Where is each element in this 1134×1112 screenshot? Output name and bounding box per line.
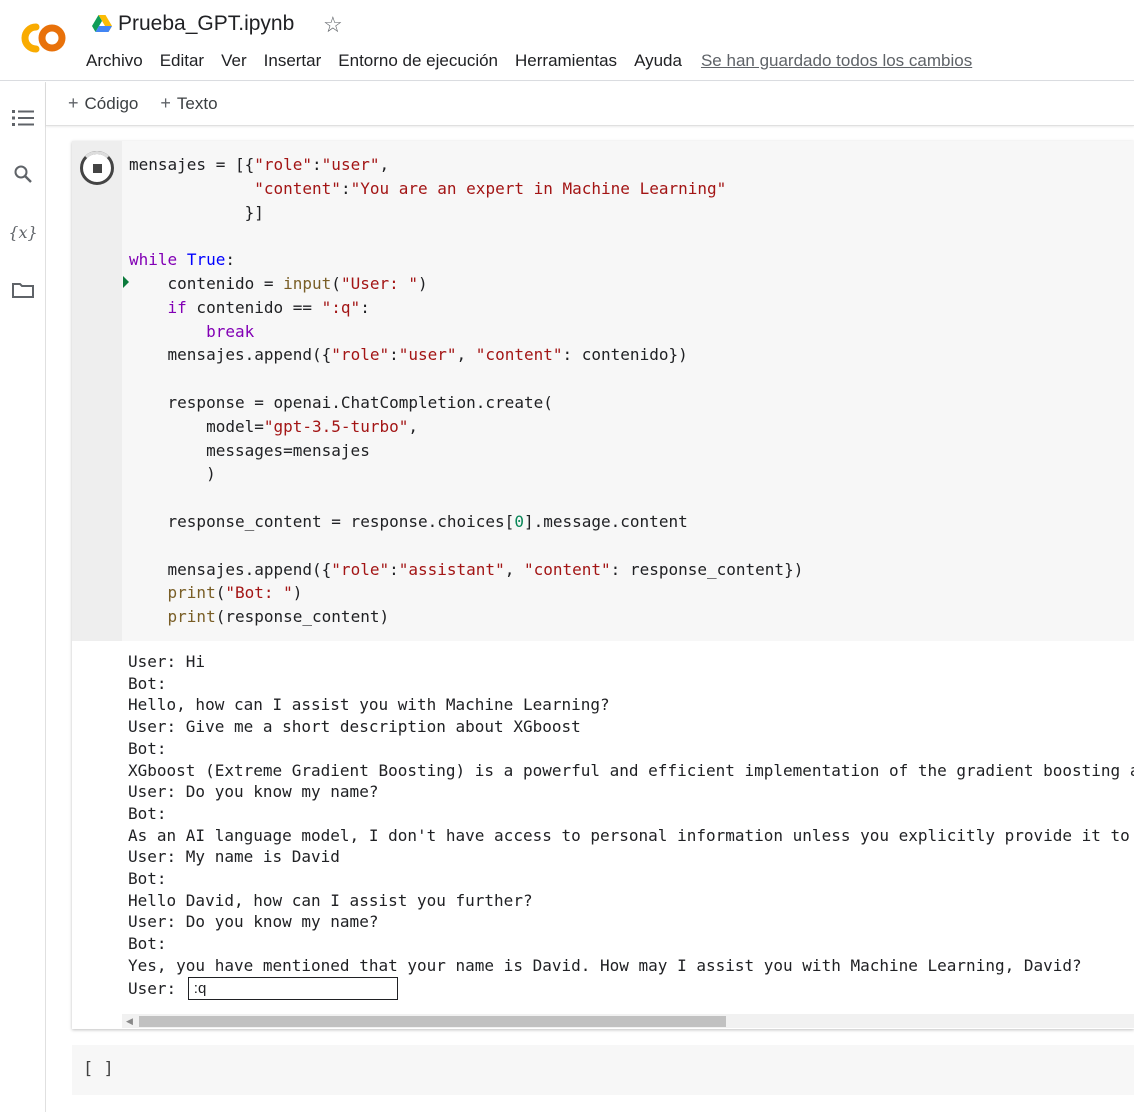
current-line-marker	[123, 276, 129, 288]
code-line[interactable]	[129, 367, 803, 391]
code-line[interactable]: print("Bot: ")	[129, 581, 803, 605]
menu-entorno-de-ejecucion[interactable]: Entorno de ejecución	[338, 51, 498, 71]
output-horizontal-scrollbar[interactable]: ◀	[122, 1014, 1134, 1028]
code-line[interactable]: mensajes = [{"role":"user",	[129, 153, 803, 177]
code-line[interactable]: while True:	[129, 248, 803, 272]
output-line: Bot:	[128, 869, 167, 889]
code-line[interactable]: response_content = response.choices[0].m…	[129, 510, 803, 534]
output-line: XGboost (Extreme Gradient Boosting) is a…	[128, 760, 1134, 780]
output-line: User: My name is David	[128, 847, 340, 867]
header: Prueba_GPT.ipynb ☆ Archivo Editar Ver In…	[0, 0, 1134, 81]
stdin-line: User:	[128, 977, 1134, 1001]
code-line[interactable]: "content":"You are an expert in Machine …	[129, 177, 803, 201]
stop-execution-button[interactable]	[80, 151, 114, 185]
output-line: User: Hi	[128, 652, 206, 671]
code-line[interactable]	[129, 224, 803, 248]
output-line: User: Do you know my name?	[128, 912, 379, 932]
code-line[interactable]: )	[129, 462, 803, 486]
table-of-contents-icon[interactable]	[11, 106, 35, 130]
output-line: Bot:	[128, 934, 167, 954]
code-cell[interactable]: mensajes = [{"role":"user", "content":"Y…	[72, 141, 1134, 1029]
notebook-toolbar: + Código + Texto	[46, 82, 1134, 126]
menu-insertar[interactable]: Insertar	[264, 51, 322, 71]
output-line: As an AI language model, I don't have ac…	[128, 825, 1130, 845]
menu-bar: Archivo Editar Ver Insertar Entorno de e…	[86, 50, 972, 72]
notebook-title[interactable]: Prueba_GPT.ipynb	[118, 12, 294, 36]
folder-icon[interactable]	[11, 278, 35, 302]
stdin-prompt: User:	[128, 979, 186, 999]
menu-editar[interactable]: Editar	[160, 51, 204, 71]
code-line[interactable]: model="gpt-3.5-turbo",	[129, 415, 803, 439]
output-text: User: Hi Bot: Hello, how can I assist you …	[128, 651, 1134, 977]
output-line: Yes, you have mentioned that your name i…	[128, 955, 1082, 975]
cell-execution-count: [ ]	[83, 1059, 114, 1079]
plus-icon: +	[160, 93, 171, 113]
code-line[interactable]: response = openai.ChatCompletion.create(	[129, 391, 803, 415]
add-code-label: Código	[84, 93, 139, 113]
output-line: Bot:	[128, 738, 167, 758]
left-rail: {x}	[0, 82, 46, 1112]
colab-logo[interactable]	[14, 18, 70, 58]
code-line[interactable]: if contenido == ":q":	[129, 296, 803, 320]
google-drive-icon[interactable]	[92, 15, 112, 33]
scroll-left-icon[interactable]: ◀	[126, 1014, 133, 1028]
cell-output: User: Hi Bot: Hello, how can I assist you …	[128, 651, 1134, 1011]
code-line[interactable]: mensajes.append({"role":"assistant", "co…	[129, 558, 804, 582]
code-line[interactable]: contenido = input("User: ")	[129, 272, 803, 296]
output-line: User: Do you know my name?	[128, 782, 379, 802]
add-text-button[interactable]: + Texto	[160, 93, 217, 114]
star-icon[interactable]: ☆	[323, 12, 343, 38]
plus-icon: +	[68, 93, 79, 113]
menu-archivo[interactable]: Archivo	[86, 51, 143, 71]
code-line[interactable]: break	[129, 320, 803, 344]
menu-herramientas[interactable]: Herramientas	[515, 51, 617, 71]
output-line: Hello David, how can I assist you furthe…	[128, 890, 533, 910]
cell-gutter	[72, 141, 122, 641]
stdin-input[interactable]	[187, 977, 398, 1001]
add-code-button[interactable]: + Código	[68, 93, 138, 114]
search-icon[interactable]	[11, 162, 35, 186]
code-line[interactable]	[129, 534, 803, 558]
output-line: Bot:	[128, 803, 167, 823]
code-line[interactable]: messages=mensajes	[129, 439, 803, 463]
menu-ayuda[interactable]: Ayuda	[634, 51, 682, 71]
empty-code-cell[interactable]: [ ]	[72, 1045, 1134, 1095]
code-line[interactable]: }]	[129, 201, 803, 225]
menu-ver[interactable]: Ver	[221, 51, 247, 71]
output-line: Bot:	[128, 673, 167, 693]
code-line[interactable]: print(response_content)	[129, 605, 803, 629]
output-line: Hello, how can I assist you with Machine…	[128, 695, 610, 715]
add-text-label: Texto	[176, 93, 218, 113]
code-text[interactable]: mensajes = [{"role":"user", "content":"Y…	[129, 153, 803, 629]
code-editor[interactable]: mensajes = [{"role":"user", "content":"Y…	[122, 141, 1134, 641]
code-line[interactable]	[129, 486, 803, 510]
code-line[interactable]: mensajes.append({"role":"user", "content…	[129, 343, 803, 367]
save-status-link[interactable]: Se han guardado todos los cambios	[701, 51, 972, 71]
variables-icon[interactable]: {x}	[8, 220, 37, 244]
scrollbar-thumb[interactable]	[139, 1016, 726, 1027]
output-line: User: Give me a short description about …	[128, 717, 581, 737]
